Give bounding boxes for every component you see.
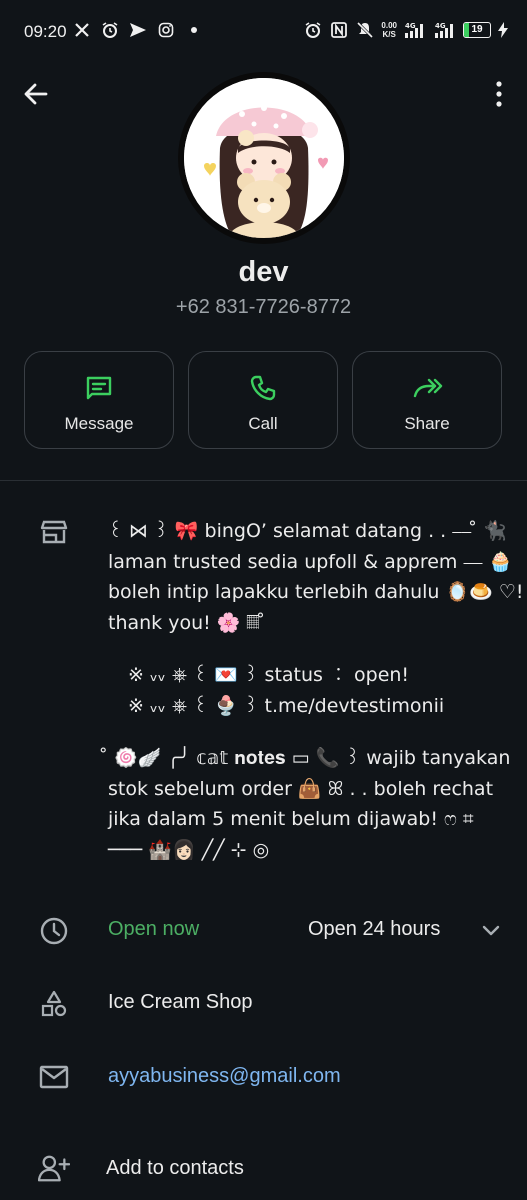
speed-readout: 0.00 K/S <box>381 21 397 39</box>
battery-percent: 19 <box>471 24 483 35</box>
email-icon <box>38 1061 70 1093</box>
share-icon <box>413 378 443 398</box>
battery-icon: 19 <box>463 22 491 38</box>
status-time: 09:20 <box>24 22 67 41</box>
more-options-button[interactable] <box>489 76 509 112</box>
send-icon <box>128 20 148 40</box>
description-status-line: ※ ᵥᵥ ⎈ ꒰ 💌 ꒱ status ︰ open! <box>128 664 410 686</box>
section-divider <box>0 480 527 481</box>
expand-hours-button[interactable] <box>478 918 504 944</box>
arrow-back-icon <box>24 83 48 105</box>
signal-icon: 4G <box>433 20 457 40</box>
category-icon <box>38 988 70 1020</box>
message-button[interactable]: Message <box>24 351 174 449</box>
more-vert-icon <box>496 81 502 107</box>
share-button[interactable]: Share <box>352 351 502 449</box>
contact-name: dev <box>238 256 289 288</box>
description-line: thank you! 🌸 𝄜 ̊ <box>108 611 266 634</box>
hours-label[interactable]: Open 24 hours <box>308 918 440 941</box>
x-icon <box>72 20 92 40</box>
call-label: Call <box>248 414 278 433</box>
status-bar: 09:20 0.00 K/S 4G 4G 19 <box>0 0 527 64</box>
svg-text:4G: 4G <box>405 22 416 30</box>
description-line: ̊ 🍥🪽 ╭╯ 𝕔𝕒𝕥 𝐧𝐨𝐭𝐞𝐬 ▭ 📞 ꒱ wajib tanyakan <box>108 747 511 769</box>
clock-icon <box>38 915 70 947</box>
business-description: ꒰ ⋈ ꒱ 🎀 bingO’ selamat datang . . ⎯⎯ ̊ 🐈… <box>108 516 524 865</box>
contact-phone[interactable]: +62 831-7726-8772 <box>0 296 527 319</box>
avatar[interactable] <box>178 72 350 244</box>
alarm-icon <box>100 20 120 40</box>
svg-text:4G: 4G <box>435 22 446 30</box>
avatar-image <box>184 78 344 238</box>
description-line: ─── 🏰👩🏻 ╱╱ ⊹ ◎ <box>108 838 270 861</box>
nfc-icon <box>329 20 349 40</box>
back-button[interactable] <box>18 76 54 112</box>
description-line: jika dalam 5 menit belum dijawab! ෆ ⌗ <box>108 808 474 830</box>
alarm-icon <box>303 20 323 40</box>
description-line: stok sebelum order 👜 ꕤ . . boleh rechat <box>108 777 494 800</box>
phone-icon <box>250 375 276 401</box>
dot-icon <box>184 20 204 40</box>
mute-icon <box>355 20 375 40</box>
add-person-icon[interactable] <box>38 1152 70 1184</box>
email-link[interactable]: ayyabusiness@gmail.com <box>108 1065 341 1088</box>
business-category: Ice Cream Shop <box>108 991 253 1013</box>
chevron-down-icon <box>482 925 500 936</box>
description-line: boleh intip lapakku terlebih dahulu 🪞🍮 ♡… <box>108 581 524 603</box>
hours-status[interactable]: Open now <box>108 918 199 941</box>
action-buttons: Message Call Share <box>24 351 504 451</box>
share-label: Share <box>404 414 450 433</box>
description-line: laman trusted sedia upfoll & apprem ⎯⎯ 🧁 <box>108 550 513 573</box>
message-label: Message <box>64 414 134 433</box>
charging-icon <box>497 20 509 40</box>
store-icon <box>38 516 70 548</box>
description-line: ꒰ ⋈ ꒱ 🎀 bingO’ selamat datang . . ⎯⎯ ̊ 🐈… <box>108 520 507 542</box>
message-icon <box>86 376 112 400</box>
description-testimoni-line[interactable]: ※ ᵥᵥ ⎈ ꒰ 🍨 ꒱ t.me/devtestimonii <box>108 691 508 722</box>
signal-icon: 4G <box>403 20 427 40</box>
add-to-contacts-button[interactable]: Add to contacts <box>106 1157 244 1180</box>
call-button[interactable]: Call <box>188 351 338 449</box>
instagram-icon <box>156 20 176 40</box>
